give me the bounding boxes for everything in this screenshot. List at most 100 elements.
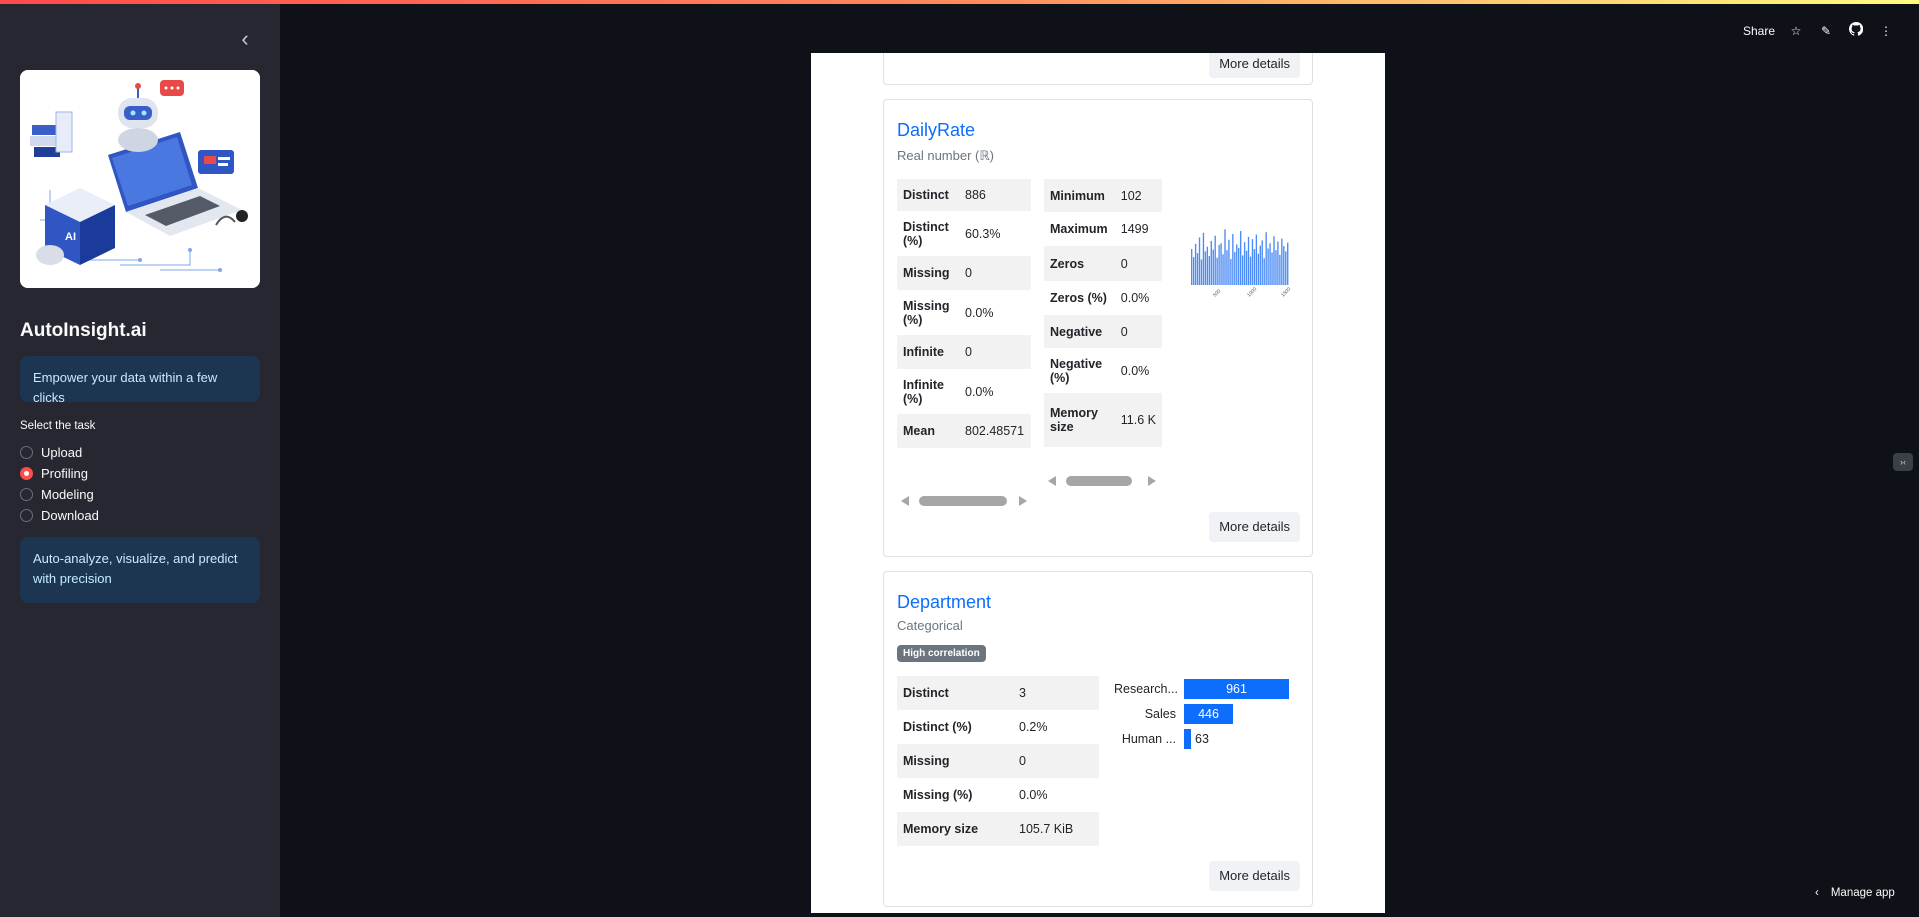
histogram-bar [1287, 242, 1289, 285]
stat-value: 0.0% [1019, 788, 1048, 802]
more-details-button[interactable]: More details [1209, 512, 1300, 542]
scroll-left-arrow-icon[interactable] [1048, 476, 1056, 486]
stat-key: Distinct (%) [903, 720, 972, 734]
stat-value: 0.0% [1120, 363, 1150, 378]
histogram-bar [1218, 244, 1220, 285]
histogram-bar [1281, 238, 1283, 285]
histogram-bar [1259, 245, 1261, 285]
stat-value: 102 [1114, 179, 1162, 212]
task-radio-group: Upload Profiling Modeling Download [20, 442, 99, 526]
radio-modeling-label: Modeling [41, 487, 94, 502]
category-row[interactable]: Human ... 63 [1114, 729, 1209, 749]
scroll-left-arrow-icon[interactable] [901, 496, 909, 506]
histogram-bar [1212, 249, 1214, 285]
histogram-bar [1277, 241, 1279, 285]
stats-row: Distinct (%) 60.3% [897, 211, 1031, 256]
profile-report: More details DailyRate Real number (ℝ) D… [811, 53, 1385, 913]
stat-value: 0 [1114, 315, 1162, 348]
variable-name[interactable]: Department [897, 592, 991, 613]
stat-key: Minimum [1044, 179, 1115, 212]
radio-download[interactable]: Download [20, 505, 99, 526]
scroll-right-arrow-icon[interactable] [1019, 496, 1027, 506]
histogram-tick-label: 1500 [1280, 286, 1292, 298]
category-row[interactable]: Research... 961 [1114, 679, 1289, 699]
category-row[interactable]: Sales 446 [1114, 704, 1233, 724]
category-value: 63 [1195, 732, 1209, 746]
robot-laptop-illustration: AI [20, 70, 260, 288]
variable-name[interactable]: DailyRate [897, 120, 975, 141]
more-details-button[interactable]: More details [1209, 861, 1300, 891]
github-icon[interactable] [1847, 21, 1865, 39]
stat-key: Missing [897, 256, 959, 290]
histogram-tick-label: 1000 [1246, 286, 1258, 298]
scroll-thumb[interactable] [1066, 476, 1132, 486]
more-menu-icon[interactable]: ⋮ [1877, 24, 1895, 38]
category-value: 961 [1226, 682, 1247, 696]
sidebar: ‹ AI AutoInsight.ai Empower your data wi… [0, 4, 280, 917]
side-panel-handle-icon[interactable]: ›‹ [1893, 453, 1913, 471]
radio-circle-icon [20, 488, 33, 501]
header-toolbar: Share ☆ ✎ ⋮ [1743, 21, 1895, 39]
stat-key: Memory size [1044, 393, 1115, 447]
histogram-bar [1232, 233, 1234, 285]
histogram-bar [1283, 246, 1285, 285]
stats-row: Negative (%) 0.0% [1044, 348, 1162, 393]
histogram-bar [1251, 239, 1254, 285]
stat-value: 0.0% [1120, 291, 1150, 305]
histogram-bar [1234, 251, 1236, 285]
stat-key: Infinite (%) [903, 377, 944, 406]
radio-profiling[interactable]: Profiling [20, 463, 99, 484]
stat-key: Distinct [897, 179, 959, 211]
scroll-thumb[interactable] [919, 496, 1007, 506]
stats-row: Zeros (%) 0.0% [1044, 281, 1162, 315]
stats-row: Memory size 11.6 K [1044, 393, 1162, 447]
histogram-bar [1271, 252, 1273, 285]
stat-value: 105.7 KiB [1013, 812, 1099, 846]
radio-modeling[interactable]: Modeling [20, 484, 99, 505]
stat-key: Negative [1044, 315, 1115, 348]
stats-row: Missing 0 [897, 256, 1031, 290]
radio-upload[interactable]: Upload [20, 442, 99, 463]
histogram-bar [1265, 232, 1267, 285]
category-label: Research... [1114, 682, 1178, 696]
histogram-bar [1285, 251, 1287, 285]
stat-value: 802.48571 [959, 414, 1031, 448]
dailyrate-histogram[interactable]: 500 1000 1500 [1189, 225, 1293, 305]
stat-key: Memory size [897, 812, 1013, 846]
manage-app-button[interactable]: ‹ Manage app [1815, 887, 1895, 899]
histogram-bar [1220, 243, 1222, 285]
stat-key: Missing (%) [903, 298, 950, 327]
dailyrate-stats-left: Distinct 886 Distinct (%) 60.3% Missing 0 Miss… [897, 179, 1031, 448]
stats-row: Negative 0 [1044, 315, 1162, 348]
table-scrollbar[interactable] [1048, 475, 1156, 487]
histogram-bar [1196, 253, 1199, 285]
radio-selected-icon [20, 467, 33, 480]
stats-row: Distinct (%) 0.2% [897, 710, 1099, 744]
more-details-button[interactable]: More details [1209, 53, 1300, 78]
histogram-bar [1198, 237, 1201, 285]
histogram-bar [1245, 250, 1248, 285]
histogram-bar [1267, 248, 1269, 285]
stat-value: 0 [1013, 744, 1099, 778]
category-bar: 961 [1184, 679, 1289, 699]
star-icon[interactable]: ☆ [1787, 24, 1805, 38]
edit-pencil-icon[interactable]: ✎ [1817, 24, 1835, 38]
scroll-right-arrow-icon[interactable] [1148, 476, 1156, 486]
stat-key: Missing (%) [903, 788, 973, 802]
histogram-bar [1279, 254, 1281, 285]
histogram-bar [1238, 247, 1240, 285]
stat-value: 0.2% [1019, 720, 1048, 734]
histogram-bar [1208, 256, 1210, 285]
chevron-left-icon[interactable]: ‹ [232, 26, 258, 52]
table-scrollbar[interactable] [901, 495, 1027, 507]
histogram-bar [1226, 250, 1228, 285]
stat-key: Zeros (%) [1050, 291, 1107, 305]
stat-key: Negative (%) [1050, 356, 1103, 385]
stats-row: Distinct 886 [897, 179, 1031, 211]
variable-card-previous: More details [883, 53, 1313, 85]
share-button[interactable]: Share [1743, 24, 1775, 38]
info-banner-top: Empower your data within a few clicks [20, 356, 260, 405]
histogram-bar [1200, 259, 1203, 285]
category-value: 446 [1198, 707, 1219, 721]
chevron-left-icon: ‹ [1815, 887, 1819, 899]
